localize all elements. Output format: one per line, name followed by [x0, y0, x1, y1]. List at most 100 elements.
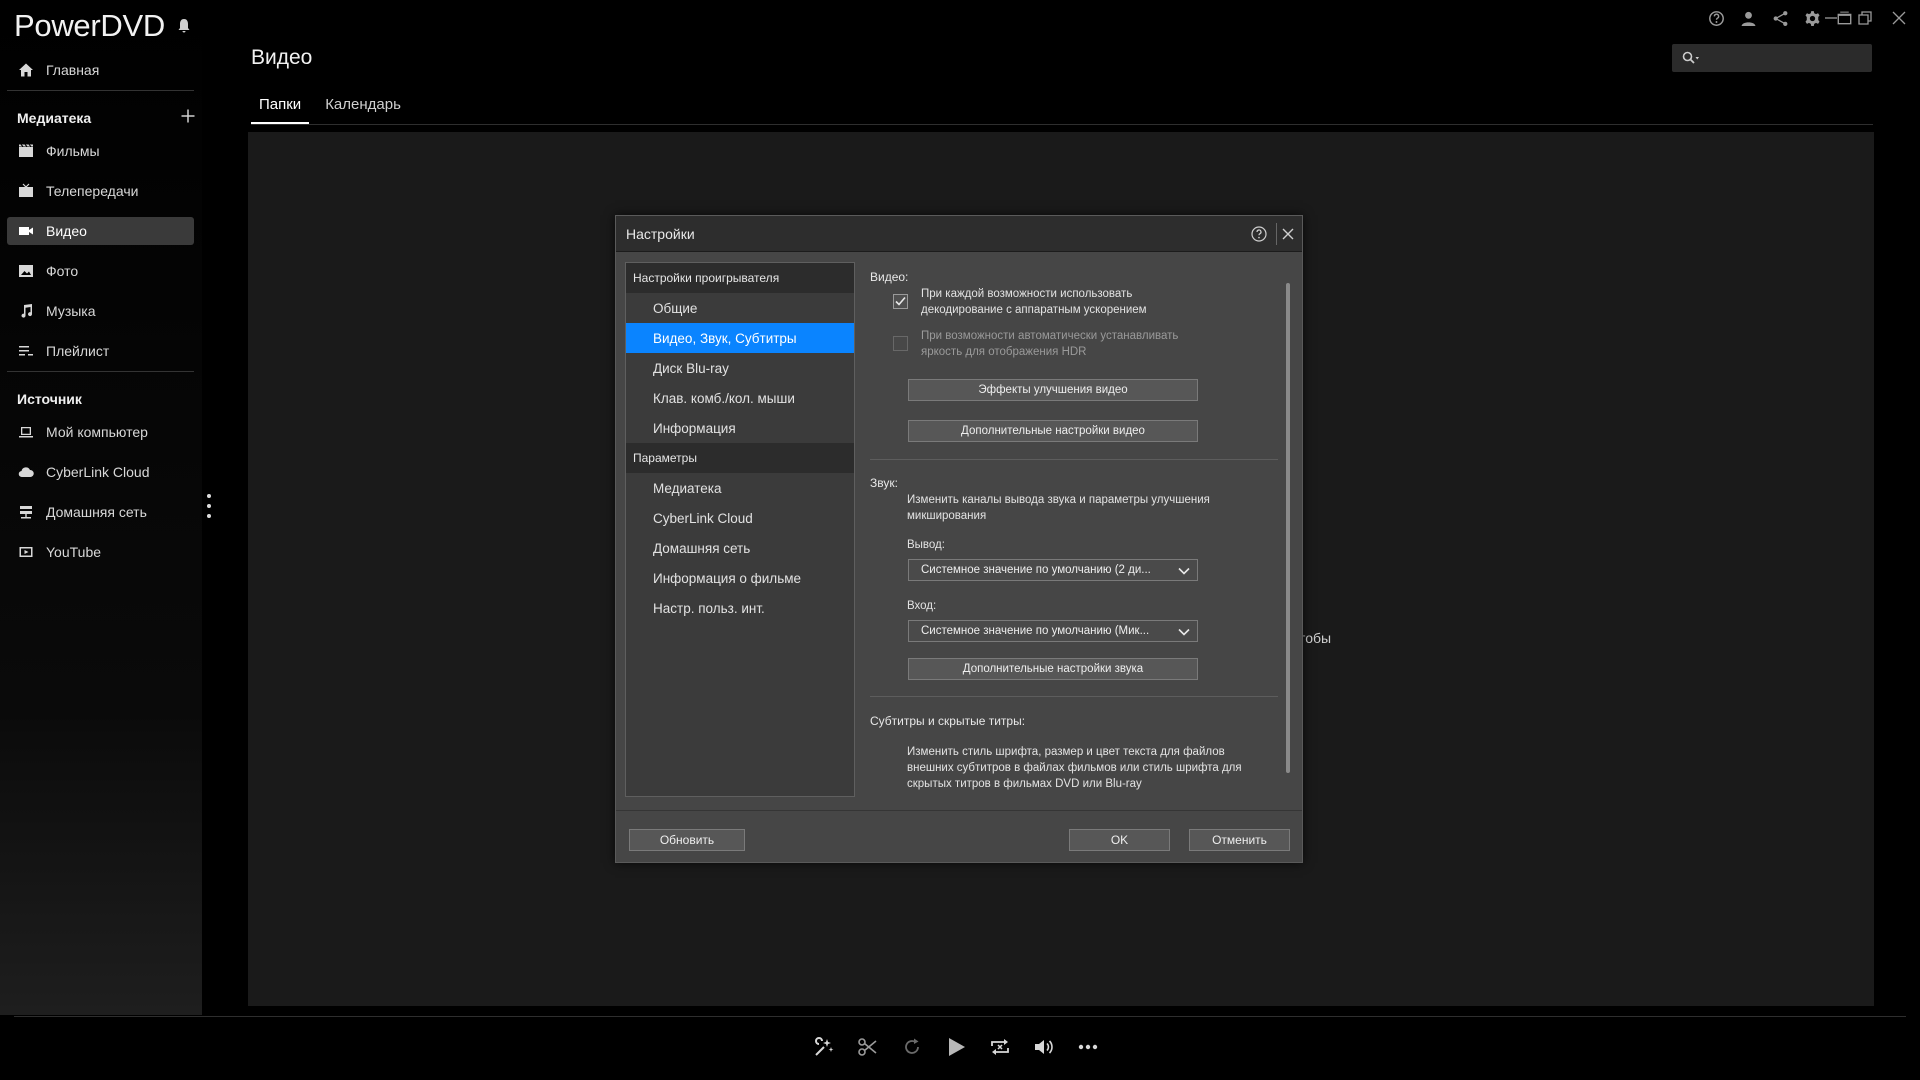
sidebar-item-label: Домашняя сеть [46, 504, 147, 520]
subtitles-description: Изменить стиль шрифта, размер и цвет тек… [907, 746, 1242, 790]
repeat-icon[interactable] [988, 1033, 1012, 1061]
input-select[interactable]: Системное значение по умолчанию (Мик... [908, 620, 1198, 642]
true-theater-icon[interactable] [812, 1033, 836, 1061]
nav-item-general[interactable]: Общие [626, 293, 854, 323]
settings-scrollbar[interactable] [1286, 283, 1290, 773]
section-divider [870, 459, 1278, 460]
app-title: PowerDVD [14, 8, 165, 43]
user-icon[interactable] [1738, 8, 1758, 28]
tab-calendar[interactable]: Календарь [317, 96, 409, 124]
sidebar-item-label: Главная [46, 62, 100, 78]
output-select[interactable]: Системное значение по умолчанию (2 ди... [908, 559, 1198, 581]
sidebar-item-youtube[interactable]: YouTube [7, 538, 194, 566]
video-effects-button[interactable]: Эффекты улучшения видео [908, 379, 1198, 401]
video-heading: Видео: [870, 270, 909, 284]
minimize-icon[interactable] [1820, 8, 1842, 28]
close-icon[interactable] [1279, 225, 1297, 243]
hw-decode-label[interactable]: При каждой возможности использовать деко… [921, 286, 1147, 318]
checkmark-icon [895, 296, 906, 306]
more-icon[interactable] [1076, 1033, 1100, 1061]
search-input[interactable] [1704, 50, 1854, 66]
sidebar-item-video[interactable]: Видео [7, 217, 194, 245]
sidebar-item-label: Телепередачи [46, 183, 139, 199]
source-heading: Источник [17, 391, 82, 407]
close-icon[interactable] [1888, 8, 1910, 28]
settings-content: Видео: При каждой возможности использова… [870, 262, 1290, 798]
add-library-icon[interactable] [180, 108, 196, 124]
page-title: Видео [251, 46, 313, 69]
rotate-icon[interactable] [900, 1033, 924, 1061]
tab-folders[interactable]: Папки [251, 96, 310, 124]
sidebar-item-my-computer[interactable]: Мой компьютер [7, 418, 194, 446]
section-divider [870, 696, 1278, 697]
play-icon[interactable] [944, 1033, 968, 1061]
sidebar-item-playlist[interactable]: Плейлист [7, 337, 194, 365]
nav-item-ui-settings[interactable]: Настр. польз. инт. [626, 593, 854, 623]
search-icon [1682, 51, 1699, 64]
sidebar-item-cyberlink-cloud[interactable]: CyberLink Cloud [7, 458, 194, 486]
search-box[interactable] [1672, 44, 1872, 72]
window-controls [1820, 8, 1910, 28]
share-icon[interactable] [1770, 8, 1790, 28]
nav-item-shortcuts[interactable]: Клав. комб./кол. мыши [626, 383, 854, 413]
sidebar-divider [7, 371, 194, 372]
tv-icon [17, 182, 35, 200]
advanced-audio-button[interactable]: Дополнительные настройки звука [908, 658, 1198, 680]
audio-heading: Звук: [870, 476, 898, 490]
chevron-down-icon [1178, 567, 1190, 575]
sidebar-item-label: Видео [46, 223, 87, 239]
dialog-title: Настройки [626, 225, 695, 242]
input-label: Вход: [907, 600, 937, 612]
gear-icon[interactable] [1802, 8, 1822, 28]
youtube-icon [17, 543, 35, 561]
nav-item-video-audio-subtitles[interactable]: Видео, Звук, Субтитры [626, 323, 854, 353]
sidebar-divider [7, 90, 194, 91]
sidebar-resize-handle[interactable] [206, 493, 212, 519]
nav-item-library[interactable]: Медиатека [626, 473, 854, 503]
nav-item-cyberlink-cloud[interactable]: CyberLink Cloud [626, 503, 854, 533]
advanced-video-button[interactable]: Дополнительные настройки видео [908, 420, 1198, 442]
update-button[interactable]: Обновить [629, 829, 745, 851]
footer-divider [616, 810, 1302, 811]
help-icon[interactable] [1250, 225, 1268, 243]
sidebar-item-movies[interactable]: Фильмы [7, 137, 194, 165]
tab-bar: Папки Календарь [251, 96, 1873, 125]
playlist-icon [17, 342, 35, 360]
background-partial-text: тобы [1299, 630, 1332, 646]
dialog-header: Настройки [616, 216, 1302, 252]
scissors-icon[interactable] [856, 1033, 880, 1061]
home-icon [17, 61, 35, 79]
help-icon[interactable] [1706, 8, 1726, 28]
nav-item-bluray[interactable]: Диск Blu-ray [626, 353, 854, 383]
sidebar-item-home-network[interactable]: Домашняя сеть [7, 498, 194, 526]
nav-group-player: Настройки проигрывателя [626, 263, 854, 293]
film-icon [17, 142, 35, 160]
subtitles-heading: Субтитры и скрытые титры: [870, 714, 1026, 728]
cancel-button[interactable]: Отменить [1189, 829, 1290, 851]
home-network-icon [17, 503, 35, 521]
sidebar-item-label: Фото [46, 263, 79, 279]
music-note-icon [17, 302, 35, 320]
sidebar-item-photo[interactable]: Фото [7, 257, 194, 285]
sidebar: PowerDVD Главная Медиатека Фильмы Телепе… [0, 0, 202, 1015]
player-divider [14, 1016, 1906, 1017]
nav-item-movie-info[interactable]: Информация о фильме [626, 563, 854, 593]
sidebar-item-label: Плейлист [46, 343, 110, 359]
nav-item-home-network[interactable]: Домашняя сеть [626, 533, 854, 563]
player-controls [812, 1033, 1100, 1061]
nav-group-params: Параметры [626, 443, 854, 473]
sidebar-item-tv[interactable]: Телепередачи [7, 177, 194, 205]
restore-icon[interactable] [1854, 8, 1876, 28]
sidebar-item-music[interactable]: Музыка [7, 297, 194, 325]
output-label: Вывод: [907, 539, 945, 551]
sidebar-item-label: CyberLink Cloud [46, 464, 150, 480]
sidebar-item-label: Мой компьютер [46, 424, 148, 440]
hdr-brightness-checkbox[interactable] [893, 336, 908, 351]
nav-item-info[interactable]: Информация [626, 413, 854, 443]
volume-icon[interactable] [1032, 1033, 1056, 1061]
bell-icon[interactable] [177, 18, 191, 34]
hw-decode-checkbox[interactable] [893, 294, 908, 309]
sidebar-item-home[interactable]: Главная [7, 56, 194, 84]
ok-button[interactable]: OK [1069, 829, 1170, 851]
video-camera-icon [17, 222, 35, 240]
